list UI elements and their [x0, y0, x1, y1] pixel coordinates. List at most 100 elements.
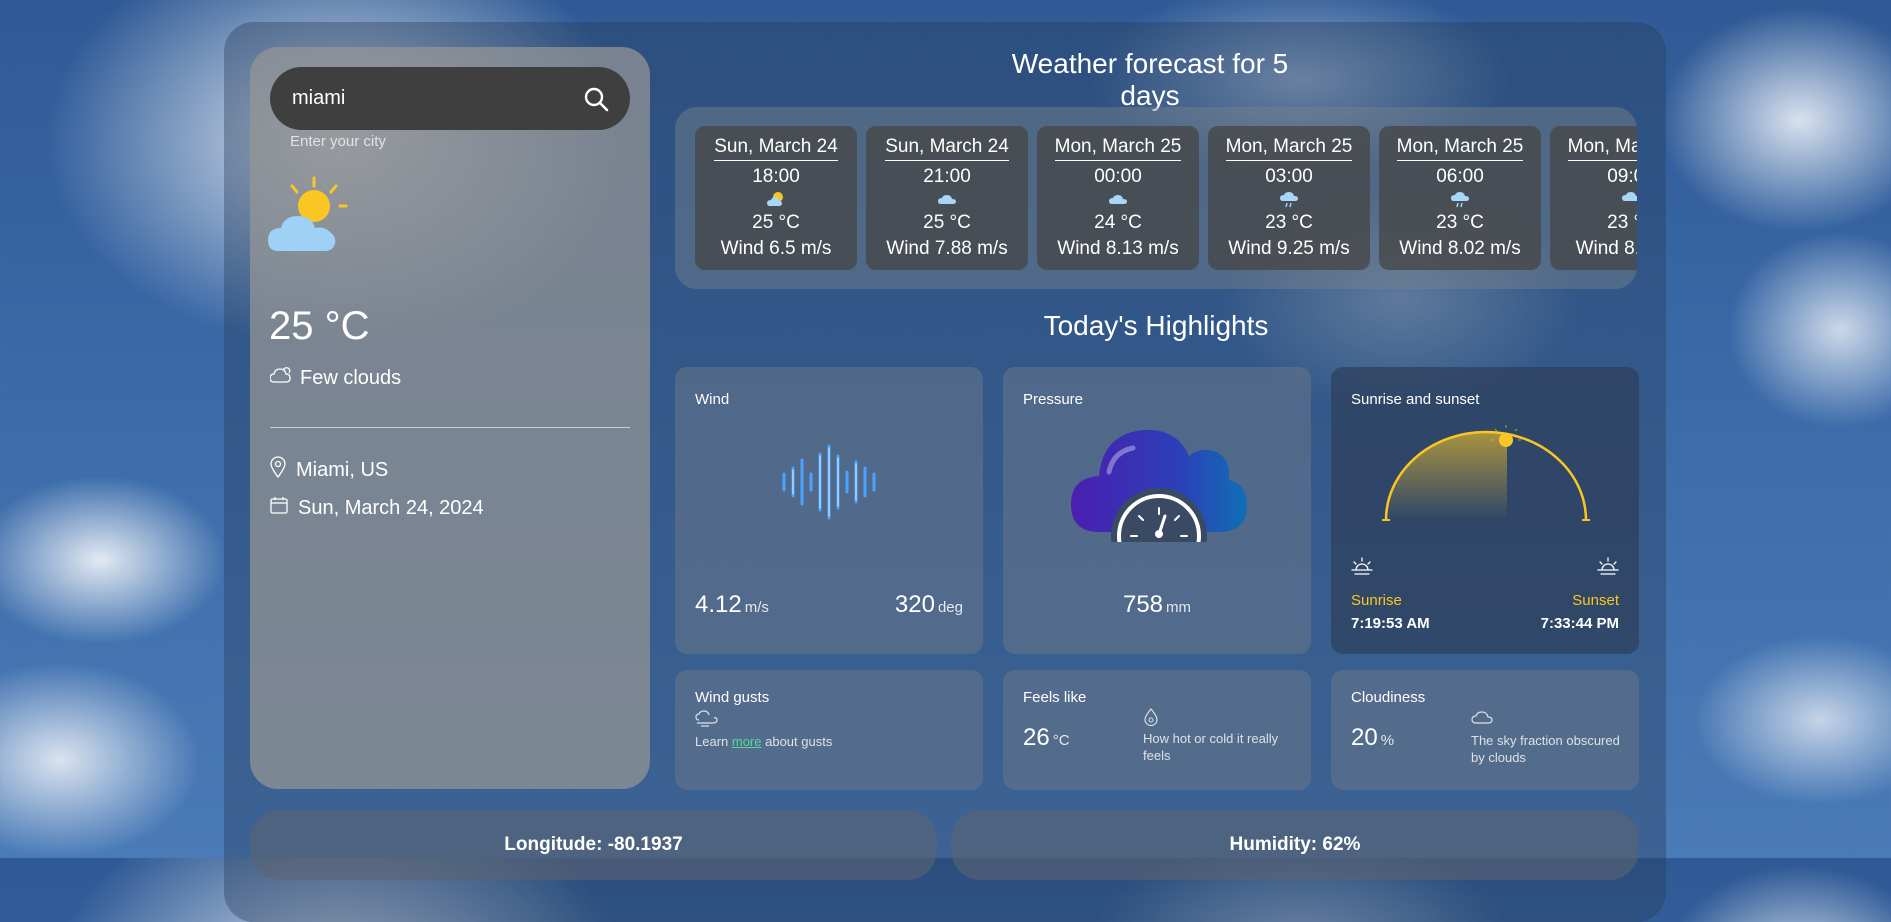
cloudiness-note: The sky fraction obscured by clouds — [1471, 733, 1620, 765]
forecast-time: 03:00 — [1265, 166, 1313, 187]
wind-card: Wind 4.12 m/s 320 deg — [675, 367, 983, 654]
forecast-temp: 23 °C — [1607, 212, 1637, 233]
rain-icon — [1379, 190, 1541, 208]
current-temperature: 25 °C — [269, 304, 370, 348]
sunrise-label: Sunrise — [1351, 592, 1402, 609]
sound-wave-icon — [779, 442, 879, 527]
divider — [270, 427, 630, 428]
forecast-wind: Wind 9.25 m/s — [1228, 238, 1350, 259]
feels-like-number: 26 — [1023, 724, 1050, 751]
forecast-date: Sun, March 24 — [885, 136, 1009, 161]
sunrise-time: 7:19:53 AM — [1351, 615, 1430, 632]
forecast-temp: 24 °C — [1094, 212, 1142, 233]
location: Miami, US — [270, 456, 388, 484]
feels-like-card: Feels like 26 °C How hot or cold it reall… — [1003, 670, 1311, 790]
pressure-value: 758 mm — [1003, 591, 1311, 619]
pressure-number: 758 — [1122, 591, 1164, 618]
wind-speed: 4.12 m/s — [695, 591, 769, 619]
forecast-date: Mon, March 25 — [1225, 136, 1353, 161]
pressure-label: Pressure — [1023, 391, 1084, 408]
feels-like-label: Feels like — [1023, 689, 1087, 706]
wind-gusts-label: Wind gusts — [695, 689, 770, 706]
current-condition: Few clouds — [269, 366, 401, 390]
cloudiness-number: 20 — [1351, 724, 1378, 751]
humidity-text: Humidity: 62% — [1229, 834, 1361, 855]
cloudiness-label: Cloudiness — [1351, 689, 1426, 706]
forecast-card: Mon, March 25 00:00 24 °C Wind 8.13 m/s — [1037, 126, 1199, 270]
forecast-card: Mon, March 25 03:00 23 °C Wind 9.25 m/s — [1208, 126, 1370, 270]
date-text: Sun, March 24, 2024 — [298, 496, 484, 519]
cloud-outline-icon — [1471, 710, 1493, 729]
wind-gust-icon — [695, 710, 721, 733]
cloud-sun-icon — [269, 366, 292, 390]
forecast-wind: Wind 7.88 m/s — [886, 238, 1008, 259]
forecast-card: Mon, March 25 09:00 23 °C Wind 8.1 m/s — [1550, 126, 1637, 270]
cloudiness-value: 20% — [1351, 724, 1394, 752]
forecast-time: 21:00 — [923, 166, 971, 187]
forecast-card: Sun, March 24 21:00 25 °C Wind 7.88 m/s — [866, 126, 1028, 270]
wind-deg-value: 320 — [894, 591, 935, 618]
forecast-card: Mon, March 25 06:00 23 °C Wind 8.02 m/s — [1379, 126, 1541, 270]
sun-arc — [1381, 425, 1591, 530]
location-text: Miami, US — [296, 458, 389, 481]
forecast-wind: Wind 8.1 m/s — [1575, 238, 1637, 259]
gusts-learn-suffix: about gusts — [761, 734, 833, 749]
pressure-card: Pressure 758 mm — [1003, 367, 1311, 654]
cloud-icon — [866, 190, 1028, 208]
search-bar — [270, 67, 630, 130]
search-hint: Enter your city — [290, 133, 386, 150]
forecast-wind: Wind 8.02 m/s — [1399, 238, 1521, 259]
sunset-time: 7:33:44 PM — [1540, 615, 1619, 632]
wind-direction: 320 deg — [895, 591, 963, 619]
search-icon[interactable] — [582, 85, 610, 113]
rain-icon — [1550, 190, 1637, 208]
rain-icon — [1208, 190, 1370, 208]
forecast-date: Mon, March 25 — [1567, 136, 1637, 161]
wind-deg-unit: deg — [937, 599, 963, 616]
forecast-time: 09:00 — [1607, 166, 1637, 187]
longitude-card: Longitude: -80.1937 — [250, 810, 937, 880]
forecast-title: Weather forecast for 5 days — [1011, 48, 1289, 111]
sunrise-icon — [1351, 557, 1373, 582]
forecast-temp: 25 °C — [752, 212, 800, 233]
current-date: Sun, March 24, 2024 — [270, 496, 484, 520]
forecast-temp: 25 °C — [923, 212, 971, 233]
forecast-temp: 23 °C — [1436, 212, 1484, 233]
learn-more-link[interactable]: more — [732, 734, 762, 749]
cloud-icon — [1037, 190, 1199, 208]
pressure-gauge-icon — [1069, 422, 1249, 584]
sunset-label: Sunset — [1572, 592, 1619, 609]
forecast-wind: Wind 6.5 m/s — [720, 238, 832, 259]
forecast-wind: Wind 8.13 m/s — [1057, 238, 1179, 259]
sun-card: Sunrise and sunset Sunrise 7:19:53 AM Su… — [1331, 367, 1639, 654]
cloudiness-unit: % — [1380, 732, 1395, 749]
forecast-strip[interactable]: Sun, March 24 18:00 25 °C Wind 6.5 m/s S… — [675, 107, 1637, 289]
feels-like-note: How hot or cold it really feels — [1143, 731, 1279, 763]
gusts-learn-text: Learn more about gusts — [695, 733, 832, 750]
forecast-time: 06:00 — [1436, 166, 1484, 187]
forecast-card: Sun, March 24 18:00 25 °C Wind 6.5 m/s — [695, 126, 857, 270]
feels-like-value: 26 °C — [1023, 724, 1070, 752]
highlights-title: Today's Highlights — [1043, 310, 1269, 341]
forecast-time: 00:00 — [1094, 166, 1142, 187]
forecast-temp: 23 °C — [1265, 212, 1313, 233]
city-search-input[interactable] — [290, 86, 582, 111]
wind-label: Wind — [695, 391, 730, 408]
sunset-icon — [1597, 557, 1619, 582]
feels-like-unit: °C — [1052, 732, 1070, 749]
thermometer-drop-icon — [1143, 708, 1159, 731]
gusts-learn-prefix: Learn — [695, 734, 732, 749]
map-pin-icon — [270, 456, 286, 484]
wind-speed-unit: m/s — [744, 599, 769, 616]
longitude-text: Longitude: -80.1937 — [504, 834, 683, 855]
wind-gusts-card: Wind gusts Learn more about gusts — [675, 670, 983, 790]
calendar-icon — [270, 496, 288, 520]
cloudiness-card: Cloudiness 20% The sky fraction obscured… — [1331, 670, 1639, 790]
forecast-date: Sun, March 24 — [714, 136, 838, 161]
few-clouds-icon — [695, 190, 857, 208]
sun-label: Sunrise and sunset — [1351, 391, 1480, 408]
forecast-date: Mon, March 25 — [1396, 136, 1524, 161]
wind-speed-value: 4.12 — [695, 591, 742, 618]
current-weather-card — [250, 47, 650, 789]
pressure-unit: mm — [1166, 599, 1192, 616]
